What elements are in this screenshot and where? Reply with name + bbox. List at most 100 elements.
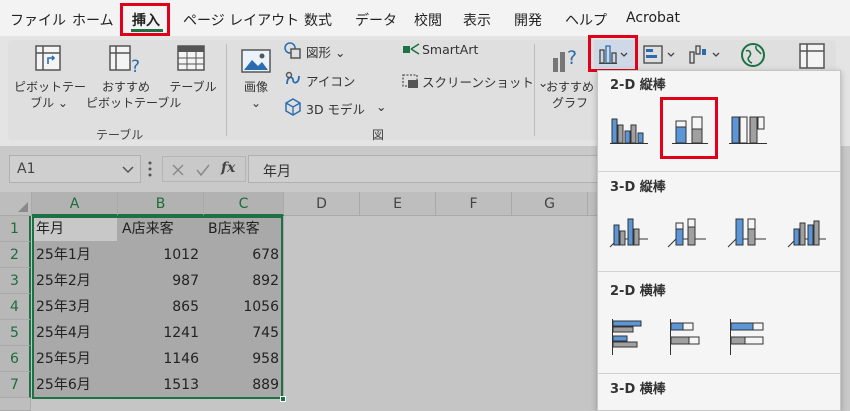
cell-c6[interactable]: 958	[204, 346, 284, 372]
cell-a6[interactable]: 25年5月	[32, 346, 118, 372]
name-box[interactable]: A1	[9, 155, 141, 183]
cell-a2[interactable]: 25年1月	[32, 242, 118, 268]
row-header-2[interactable]: 2	[0, 242, 31, 268]
section-divider	[598, 271, 840, 272]
cell-c4[interactable]: 1056	[204, 294, 284, 320]
stacked-column-highlight	[660, 97, 718, 159]
image-label: 画像	[243, 80, 268, 94]
pivot-table-label-1: ピボットテー	[14, 80, 87, 94]
svg-text:?: ?	[131, 57, 140, 76]
menu-help[interactable]: ヘルプ	[565, 10, 607, 30]
100-percent-stacked-bar-icon[interactable]	[726, 315, 770, 359]
section-3d-bar-heading: 3-D 横棒	[610, 382, 666, 397]
menu-review[interactable]: 校閲	[414, 10, 442, 30]
formula-input[interactable]: 年月	[248, 155, 600, 183]
cell-b1[interactable]: A店来客	[118, 216, 204, 242]
menu-file[interactable]: ファイル	[10, 10, 66, 30]
cell-b3[interactable]: 987	[118, 268, 204, 294]
cell-b6[interactable]: 1146	[118, 346, 204, 372]
3d-clustered-column-icon[interactable]	[608, 211, 652, 255]
clustered-column-icon[interactable]	[608, 109, 652, 153]
formula-controls: fx	[162, 156, 246, 182]
section-2d-column-heading: 2-D 縦棒	[610, 78, 666, 93]
cell-a1[interactable]: 年月	[32, 216, 118, 242]
section-divider	[598, 171, 840, 172]
icons-icon	[285, 71, 300, 85]
menu-acrobat[interactable]: Acrobat	[626, 10, 680, 26]
column-header-c[interactable]: C	[204, 192, 284, 216]
menu-formulas[interactable]: 数式	[304, 10, 332, 30]
recommended-pivot-label-1: おすすめ	[101, 80, 150, 94]
cell-a5[interactable]: 25年4月	[32, 320, 118, 346]
cell-c2[interactable]: 678	[204, 242, 284, 268]
name-box-value: A1	[17, 161, 36, 177]
cell-b2[interactable]: 1012	[118, 242, 204, 268]
100-percent-stacked-column-icon[interactable]	[726, 109, 770, 153]
row-header-6[interactable]: 6	[0, 346, 31, 372]
clustered-bar-icon[interactable]	[608, 315, 652, 359]
recommended-pivot-label-2: ピボットテーブル	[86, 96, 182, 110]
fill-handle[interactable]	[280, 396, 286, 402]
ribbon-separator	[226, 44, 227, 136]
3d-stacked-column-icon[interactable]	[666, 211, 710, 255]
row-header-5[interactable]: 5	[0, 320, 31, 346]
globe-icon	[741, 43, 765, 67]
ribbon-separator	[534, 44, 535, 136]
3d-column-icon[interactable]	[786, 211, 830, 255]
cancel-icon[interactable]	[171, 163, 185, 177]
row-header-3[interactable]: 3	[0, 268, 31, 294]
image-icon	[241, 49, 271, 73]
section-3d-column-heading: 3-D 縦棒	[610, 180, 666, 195]
table-label: テーブル	[169, 80, 217, 94]
shapes-icon	[284, 42, 301, 59]
insert-function-icon[interactable]: fx	[221, 160, 235, 176]
3d-100-percent-stacked-column-icon[interactable]	[726, 211, 770, 255]
recommended-charts-icon: ?	[553, 47, 577, 72]
menu-developer[interactable]: 開発	[514, 10, 542, 30]
select-all-corner[interactable]	[0, 192, 32, 216]
menu-bar: ファイル ホーム 挿入 ページ レイアウト 数式 データ 校閲 表示 開発 ヘル…	[0, 0, 850, 36]
cell-b5[interactable]: 1241	[118, 320, 204, 346]
more-options-icon[interactable]	[148, 161, 152, 177]
pivot-table-icon	[35, 45, 61, 71]
column-header-d[interactable]: D	[284, 192, 360, 216]
cell-c3[interactable]: 892	[204, 268, 284, 294]
formula-value: 年月	[263, 164, 291, 180]
column-header-g[interactable]: G	[512, 192, 588, 216]
menu-view[interactable]: 表示	[463, 10, 491, 30]
table-icon	[177, 45, 205, 71]
3d-models-dropdown-arrow: ⌄	[376, 99, 387, 114]
cell-c7[interactable]: 889	[204, 372, 284, 398]
recommended-pivot-icon: ?	[109, 45, 140, 76]
cell-b7[interactable]: 1513	[118, 372, 204, 398]
column-header-a[interactable]: A	[32, 192, 118, 216]
3d-models-label: 3D モデル	[306, 102, 366, 117]
pivot-table-label-2: ブル ⌄	[30, 96, 68, 110]
menu-page-layout[interactable]: ページ レイアウト	[183, 10, 299, 30]
column-chart-dropdown: 2-D 縦棒 3-D 縦棒 2-D 横棒 3-D 横棒	[597, 70, 841, 411]
waterfall-chart-icon	[689, 45, 720, 64]
cell-c1[interactable]: B店来客	[204, 216, 284, 242]
spreadsheet-grid: A B C D E F G 1 2 3 4 5 6 7 年月 A店来客 B店来客…	[0, 192, 600, 411]
cell-a3[interactable]: 25年2月	[32, 268, 118, 294]
cell-b4[interactable]: 865	[118, 294, 204, 320]
chevron-down-icon[interactable]	[122, 165, 134, 175]
shapes-label: 図形 ⌄	[306, 45, 346, 60]
enter-icon[interactable]	[195, 163, 211, 177]
row-header-8-partial[interactable]	[0, 398, 31, 411]
column-header-f[interactable]: F	[436, 192, 512, 216]
stacked-bar-icon[interactable]	[666, 315, 710, 359]
row-header-1[interactable]: 1	[0, 216, 31, 242]
menu-home[interactable]: ホーム	[72, 10, 114, 30]
column-header-b[interactable]: B	[118, 192, 204, 216]
cell-a7[interactable]: 25年6月	[32, 372, 118, 398]
section-divider	[598, 373, 840, 374]
column-header-e[interactable]: E	[360, 192, 436, 216]
cell-c5[interactable]: 745	[204, 320, 284, 346]
cell-a4[interactable]: 25年3月	[32, 294, 118, 320]
screenshot-label: スクリーンショット ⌄	[422, 75, 549, 90]
svg-text:?: ?	[567, 47, 577, 69]
menu-data[interactable]: データ	[355, 10, 397, 30]
row-header-7[interactable]: 7	[0, 372, 31, 398]
row-header-4[interactable]: 4	[0, 294, 31, 320]
